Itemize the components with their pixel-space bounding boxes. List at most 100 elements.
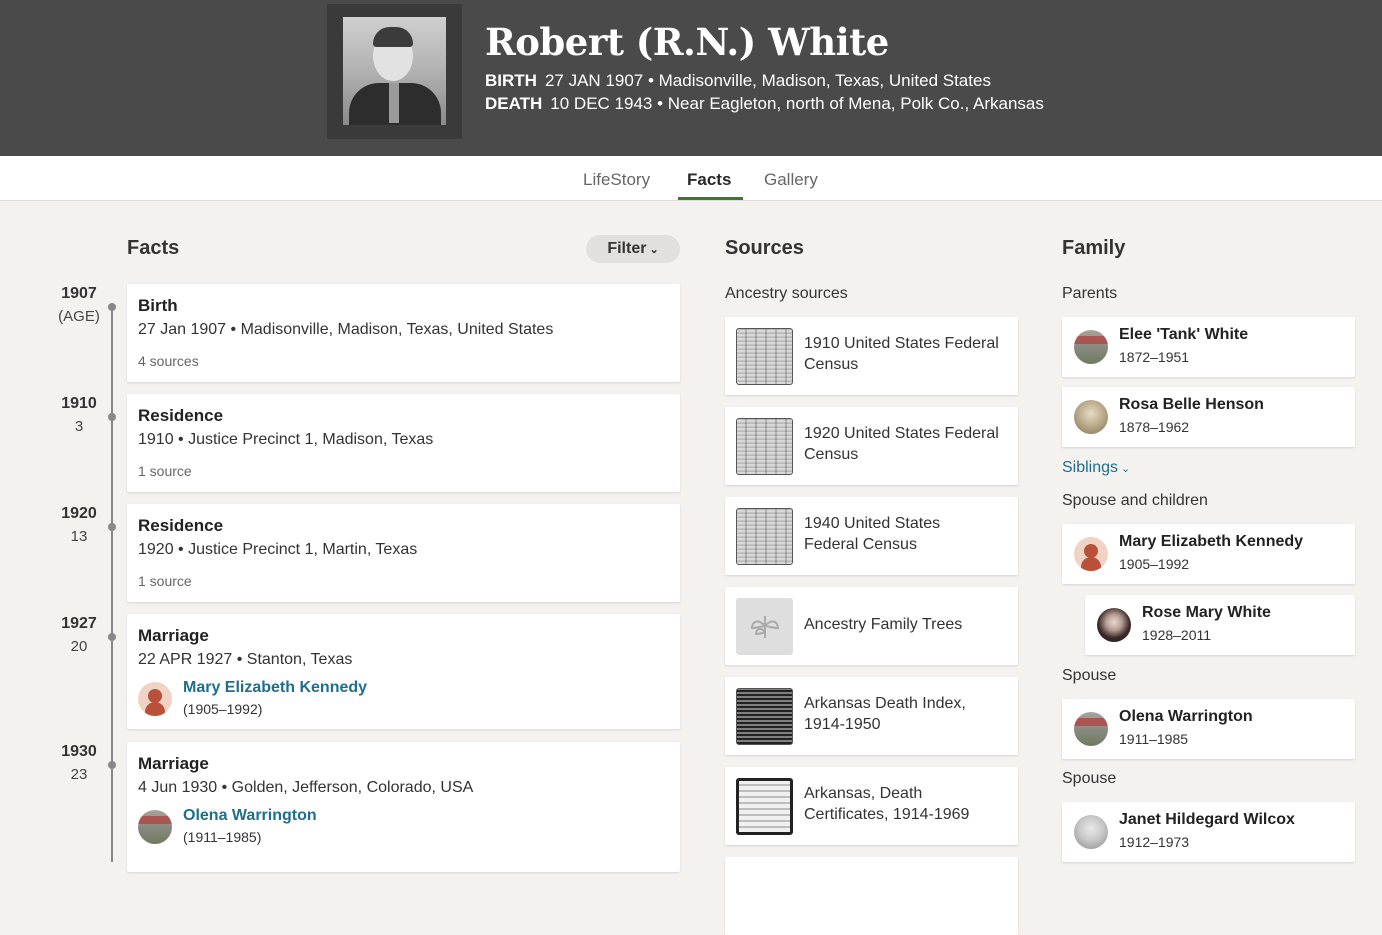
family-member-card[interactable]: Rosa Belle Henson 1878–1962	[1062, 387, 1355, 447]
fact-title: Marriage	[138, 754, 209, 773]
birth-value: 27 JAN 1907 • Madisonville, Madison, Tex…	[544, 71, 991, 90]
profile-header: Robert (R.N.) White BIRTH 27 JAN 1907 • M…	[0, 0, 1382, 156]
active-tab-indicator	[678, 197, 743, 200]
source-card[interactable]: 1940 United States Federal Census	[725, 497, 1018, 575]
source-card[interactable]: 1920 United States Federal Census	[725, 407, 1018, 485]
family-member-years: 1912–1973	[1119, 834, 1190, 850]
fact-detail: 4 Jun 1930 • Golden, Jefferson, Colorado…	[138, 779, 474, 796]
timeline-age: 3	[74, 418, 84, 435]
silhouette-icon[interactable]	[138, 682, 172, 716]
parents-label: Parents	[1062, 285, 1118, 302]
source-title: 1920 United States Federal Census	[804, 425, 999, 463]
family-member-card[interactable]: Elee 'Tank' White 1872–1951	[1062, 317, 1355, 377]
tab-gallery[interactable]: Gallery	[764, 170, 818, 190]
source-title: Ancestry Family Trees	[804, 616, 963, 633]
profile-photo[interactable]	[343, 17, 446, 125]
fact-sources-link[interactable]: 1 source	[138, 573, 192, 589]
family-member-card[interactable]: Olena Warrington 1911–1985	[1062, 699, 1355, 759]
fact-sources-link[interactable]: 1 source	[138, 463, 192, 479]
birth-label: BIRTH	[485, 71, 537, 90]
avatar	[1074, 712, 1108, 746]
siblings-toggle[interactable]: Siblings ⌄	[1062, 459, 1130, 477]
fact-card-residence-1920[interactable]: Residence 1920 • Justice Precinct 1, Mar…	[127, 504, 680, 602]
ancestry-sources-label: Ancestry sources	[725, 285, 848, 302]
family-member-name: Olena Warrington	[1119, 708, 1253, 725]
family-member-years: 1872–1951	[1119, 349, 1190, 365]
source-card[interactable]	[725, 857, 1018, 935]
facts-heading: Facts	[127, 237, 180, 259]
family-member-card[interactable]: Mary Elizabeth Kennedy 1905–1992	[1062, 524, 1355, 584]
source-card[interactable]: Ancestry Family Trees	[725, 587, 1018, 665]
census-thumbnail	[736, 418, 793, 475]
spouse-years: (1905–1992)	[183, 701, 263, 717]
spouse-children-label: Spouse and children	[1062, 492, 1208, 509]
fact-title: Residence	[138, 406, 224, 425]
fact-card-marriage-1927[interactable]: Marriage 22 APR 1927 • Stanton, Texas Ma…	[127, 614, 680, 729]
filter-label: Filter	[607, 240, 647, 257]
source-title: 1910 United States Federal Census	[804, 335, 999, 373]
timeline-year: 1907	[61, 285, 97, 302]
timeline-age: 23	[70, 766, 88, 783]
source-title: 1940 United States Federal Census	[804, 515, 941, 553]
timeline-age: 20	[70, 638, 88, 655]
spouse-link[interactable]: Mary Elizabeth Kennedy	[183, 679, 367, 697]
family-heading: Family	[1062, 237, 1126, 259]
family-member-card[interactable]: Janet Hildegard Wilcox 1912–1973	[1062, 802, 1355, 862]
timeline-year: 1930	[61, 743, 97, 760]
spouse-label: Spouse	[1062, 667, 1117, 684]
source-card[interactable]: 1910 United States Federal Census	[725, 317, 1018, 395]
death-label: DEATH	[485, 94, 543, 113]
death-value: 10 DEC 1943 • Near Eagleton, north of Me…	[550, 94, 1044, 113]
timeline-dot	[108, 633, 116, 641]
fact-detail: 1910 • Justice Precinct 1, Madison, Texa…	[138, 431, 434, 448]
timeline-dot	[108, 523, 116, 531]
filter-button[interactable]: Filter ⌄	[586, 235, 680, 263]
birth-line: BIRTH 27 JAN 1907 • Madisonville, Madison…	[485, 71, 991, 91]
family-member-name: Rosa Belle Henson	[1119, 396, 1264, 413]
chevron-down-icon: ⌄	[1121, 463, 1131, 475]
source-card[interactable]: Arkansas Death Index, 1914-1950	[725, 677, 1018, 755]
timeline-year: 1910	[61, 395, 97, 412]
spouse-years: (1911–1985)	[183, 829, 262, 845]
chevron-down-icon: ⌄	[649, 243, 659, 256]
timeline-year: 1927	[61, 615, 97, 632]
family-member-card-child[interactable]: Rose Mary White 1928–2011	[1085, 595, 1355, 655]
person-name: Robert (R.N.) White	[485, 20, 889, 64]
fact-sources-link[interactable]: 4 sources	[138, 353, 199, 369]
census-thumbnail	[736, 328, 793, 385]
fact-title: Marriage	[138, 626, 209, 645]
timeline-line	[111, 306, 113, 862]
avatar	[1074, 815, 1108, 849]
census-thumbnail	[736, 508, 793, 565]
avatar[interactable]	[138, 810, 172, 844]
timeline-age: 13	[70, 528, 88, 545]
family-member-years: 1905–1992	[1119, 556, 1190, 572]
spouse-link[interactable]: Olena Warrington	[183, 807, 317, 825]
fact-card-birth[interactable]: Birth 27 Jan 1907 • Madisonville, Madiso…	[127, 284, 680, 382]
tab-facts[interactable]: Facts	[687, 170, 731, 190]
sources-heading: Sources	[725, 237, 804, 259]
timeline-dot	[108, 413, 116, 421]
profile-tabs: LifeStory Facts Gallery	[0, 156, 1382, 201]
source-card[interactable]: Arkansas, Death Certificates, 1914-1969	[725, 767, 1018, 845]
family-member-name: Elee 'Tank' White	[1119, 326, 1249, 343]
fact-detail: 27 Jan 1907 • Madisonville, Madison, Tex…	[138, 321, 554, 338]
family-member-name: Rose Mary White	[1142, 604, 1271, 621]
source-title: Arkansas Death Index, 1914-1950	[804, 695, 966, 733]
death-line: DEATH 10 DEC 1943 • Near Eagleton, north …	[485, 94, 1044, 114]
family-member-name: Janet Hildegard Wilcox	[1119, 811, 1295, 828]
avatar	[1074, 330, 1108, 364]
fact-card-marriage-1930[interactable]: Marriage 4 Jun 1930 • Golden, Jefferson,…	[127, 742, 680, 872]
fact-card-residence-1910[interactable]: Residence 1910 • Justice Precinct 1, Mad…	[127, 394, 680, 492]
tab-lifestory[interactable]: LifeStory	[583, 170, 650, 190]
timeline-year: 1920	[61, 505, 97, 522]
avatar	[1074, 400, 1108, 434]
fact-detail: 22 APR 1927 • Stanton, Texas	[138, 651, 353, 668]
fact-title: Residence	[138, 516, 224, 535]
timeline-dot	[108, 303, 116, 311]
fact-title: Birth	[138, 296, 178, 315]
profile-photo-frame[interactable]	[327, 4, 462, 139]
family-member-years: 1911–1985	[1119, 731, 1189, 747]
family-member-years: 1878–1962	[1119, 419, 1190, 435]
death-certificate-thumbnail	[736, 778, 793, 835]
